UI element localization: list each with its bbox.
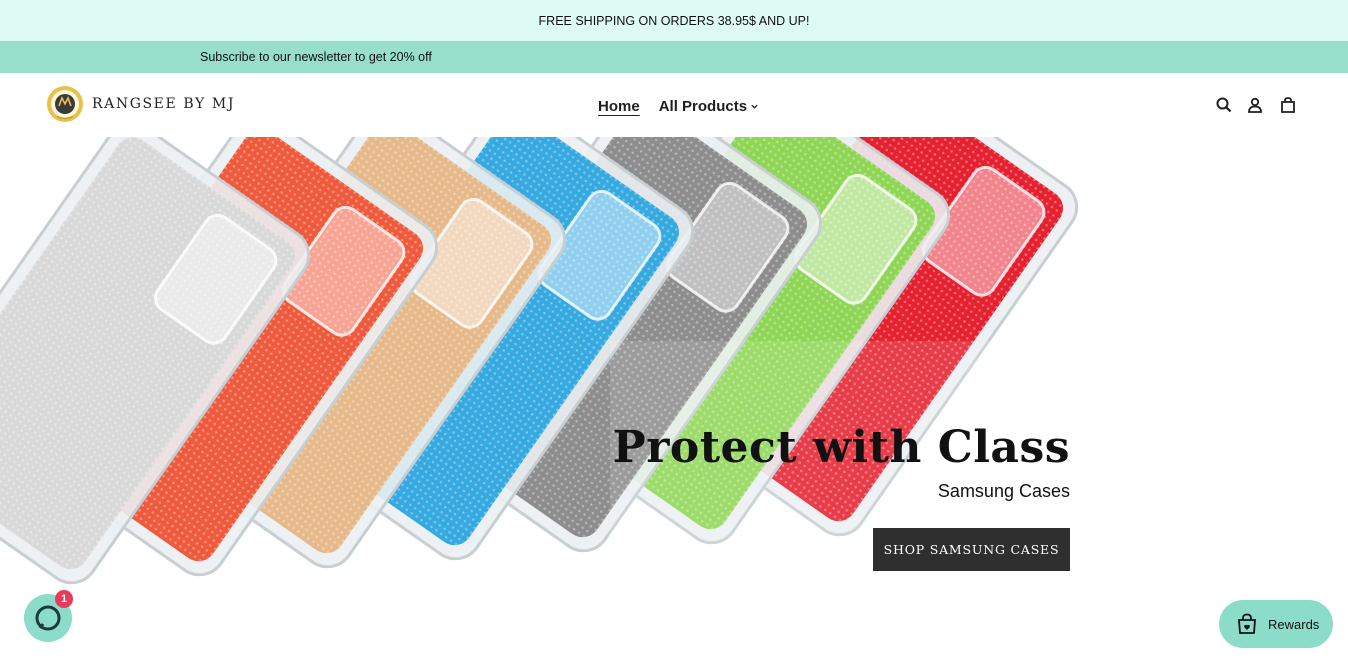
rewards-button[interactable]: Rewards bbox=[1219, 600, 1333, 648]
hero-subtitle: Samsung Cases bbox=[937, 481, 1070, 501]
announcement-bar: FREE SHIPPING ON ORDERS 38.95$ AND UP! bbox=[0, 0, 1348, 41]
chevron-down-icon bbox=[751, 104, 758, 109]
logo-icon[interactable] bbox=[45, 84, 85, 124]
subscribe-text[interactable]: Subscribe to our newsletter to get 20% o… bbox=[200, 50, 432, 64]
subscribe-bar[interactable]: Subscribe to our newsletter to get 20% o… bbox=[0, 41, 1348, 73]
cart-icon[interactable] bbox=[1279, 96, 1297, 114]
nav-all-products-label: All Products bbox=[658, 98, 748, 115]
hero-title: Protect with Class bbox=[612, 422, 1070, 473]
nav-home[interactable]: Home bbox=[598, 98, 640, 115]
main-nav: Home All Products bbox=[598, 98, 759, 115]
rewards-label: Rewards bbox=[1268, 616, 1320, 632]
chat-icon bbox=[35, 605, 61, 631]
nav-all-products[interactable]: All Products bbox=[659, 98, 759, 115]
announcement-text: FREE SHIPPING ON ORDERS 38.95$ AND UP! bbox=[538, 13, 810, 28]
logo-text[interactable]: RANGSEE BY MJ bbox=[92, 96, 235, 112]
search-icon[interactable] bbox=[1215, 96, 1233, 114]
chat-notification-badge: 1 bbox=[55, 590, 73, 608]
account-icon[interactable] bbox=[1246, 96, 1264, 114]
shop-samsung-cases-button[interactable]: SHOP SAMSUNG CASES bbox=[873, 528, 1070, 571]
hero-banner: Protect with Class Samsung Cases SHOP SA… bbox=[0, 137, 1348, 664]
gift-bag-icon bbox=[1238, 613, 1256, 634]
site-header: RANGSEE BY MJ Home All Products bbox=[0, 73, 1348, 137]
